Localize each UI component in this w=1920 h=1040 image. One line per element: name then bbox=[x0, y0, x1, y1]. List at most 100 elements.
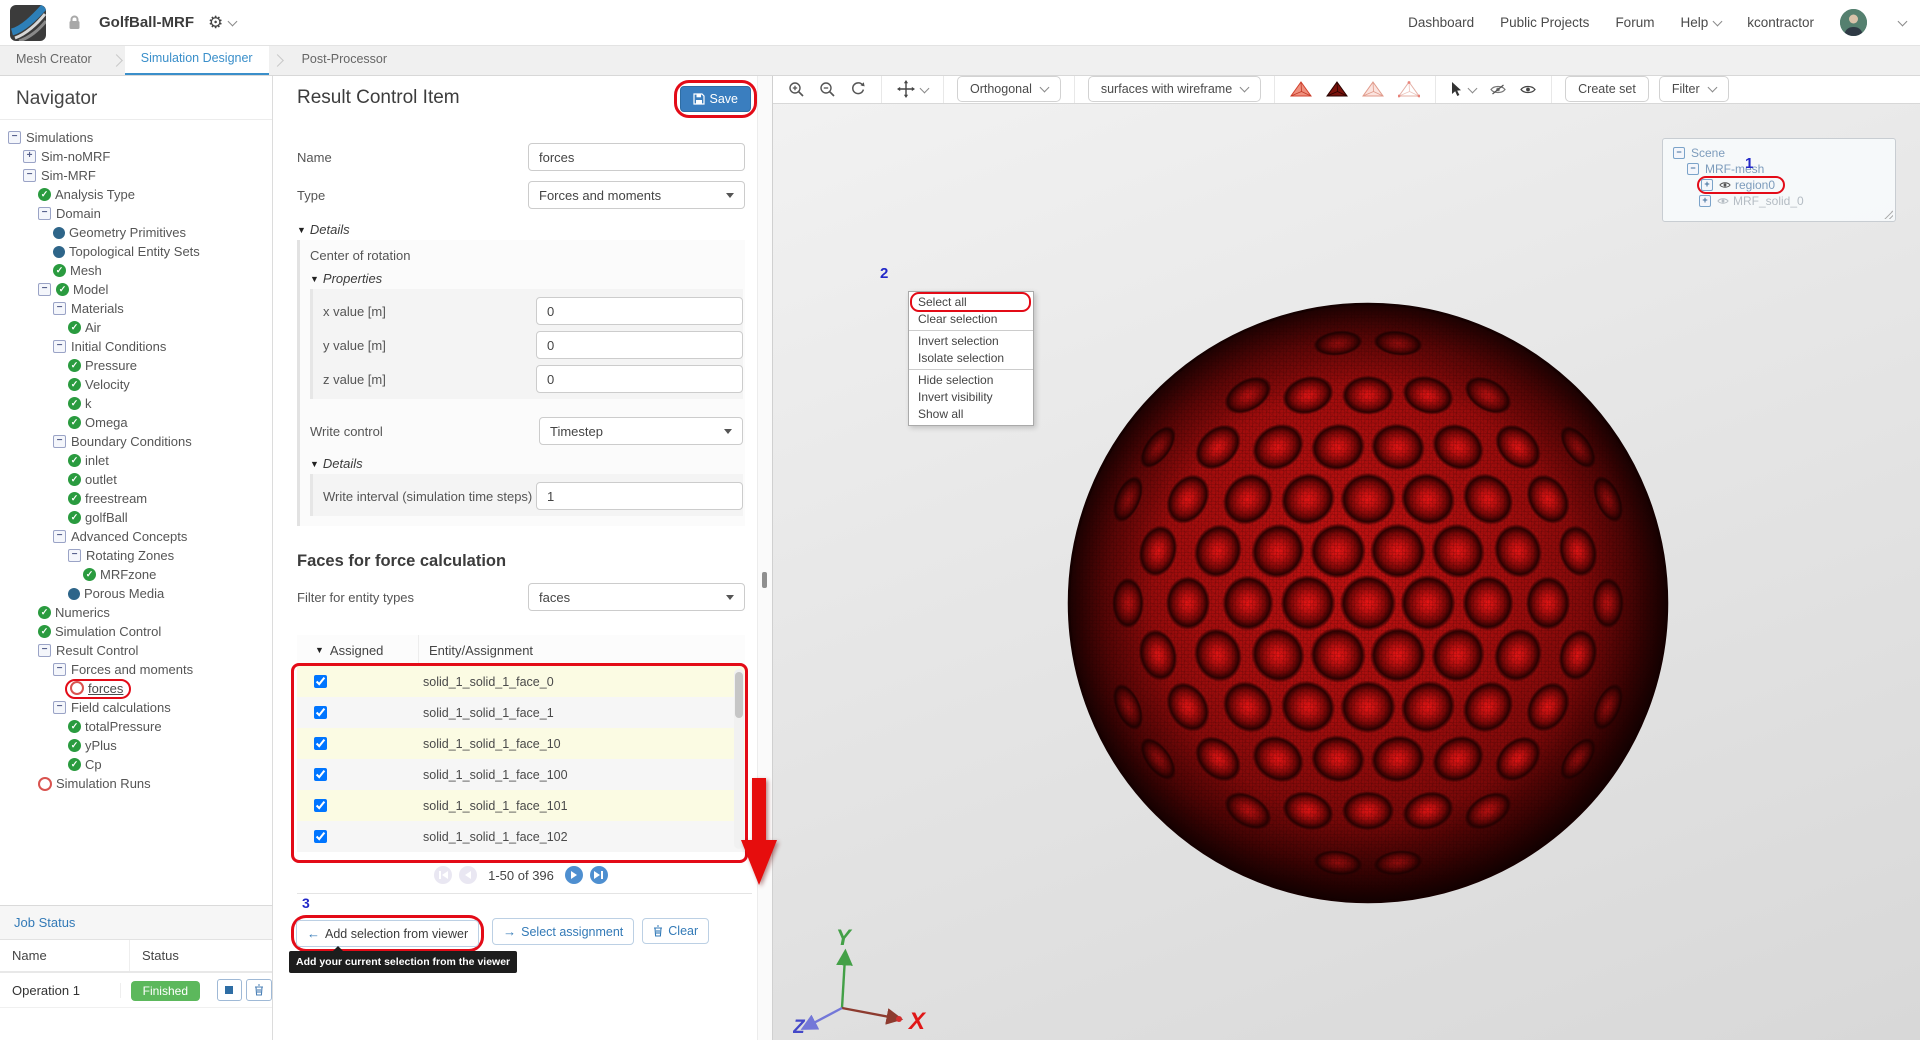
stop-job-button[interactable] bbox=[217, 979, 243, 1001]
tree-item-outlet[interactable]: ✓outlet bbox=[0, 470, 272, 489]
tree-item-porous-media[interactable]: Porous Media bbox=[0, 584, 272, 603]
assigned-checkbox[interactable] bbox=[314, 737, 327, 750]
face-row[interactable]: solid_1_solid_1_face_101 bbox=[297, 790, 745, 821]
tree-item-forces-and-moments[interactable]: −Forces and moments bbox=[0, 660, 272, 679]
tree-item-rotating-zones[interactable]: −Rotating Zones bbox=[0, 546, 272, 565]
face-row[interactable]: solid_1_solid_1_face_10 bbox=[297, 728, 745, 759]
zoom-out-button[interactable] bbox=[812, 81, 843, 98]
tree-item-geometry-primitives[interactable]: Geometry Primitives bbox=[0, 223, 272, 242]
pagination-prev-button[interactable] bbox=[459, 866, 477, 884]
collapse-icon[interactable]: − bbox=[53, 340, 66, 353]
resize-handle[interactable] bbox=[1884, 210, 1893, 219]
chevron-down-icon[interactable] bbox=[1898, 17, 1908, 27]
projection-select[interactable]: Orthogonal bbox=[957, 76, 1061, 102]
collapse-icon[interactable]: − bbox=[68, 549, 81, 562]
face-row[interactable]: solid_1_solid_1_face_102 bbox=[297, 821, 745, 852]
z-value-input[interactable] bbox=[536, 365, 743, 393]
write-interval-input[interactable] bbox=[536, 482, 743, 510]
expand-icon[interactable]: + bbox=[1701, 179, 1713, 191]
assigned-checkbox[interactable] bbox=[314, 830, 327, 843]
context-menu-item-show-all[interactable]: Show all bbox=[909, 406, 1033, 423]
details2-toggle[interactable]: ▼ Details bbox=[310, 456, 745, 471]
tree-item-omega[interactable]: ✓Omega bbox=[0, 413, 272, 432]
nav-public-projects[interactable]: Public Projects bbox=[1500, 15, 1589, 30]
context-menu-item-invert-visibility[interactable]: Invert visibility bbox=[909, 389, 1033, 406]
collapse-icon[interactable]: − bbox=[23, 169, 36, 182]
gear-icon[interactable]: ⚙ bbox=[208, 13, 223, 33]
collapse-icon[interactable]: − bbox=[53, 701, 66, 714]
tree-item-analysis-type[interactable]: ✓Analysis Type bbox=[0, 185, 272, 204]
properties-toggle[interactable]: ▼ Properties bbox=[310, 271, 745, 286]
mesh-quality-icon-3[interactable] bbox=[1355, 81, 1391, 98]
scene-node-scene[interactable]: − Scene bbox=[1673, 145, 1895, 161]
tree-item-topological-entity-sets[interactable]: Topological Entity Sets bbox=[0, 242, 272, 261]
collapse-icon[interactable]: − bbox=[53, 435, 66, 448]
render-mode-select[interactable]: surfaces with wireframe bbox=[1088, 76, 1261, 102]
tree-item-simulation-control[interactable]: ✓Simulation Control bbox=[0, 622, 272, 641]
delete-job-button[interactable] bbox=[246, 979, 272, 1001]
face-row[interactable]: solid_1_solid_1_face_0 bbox=[297, 666, 745, 697]
select-assignment-button[interactable]: → Select assignment bbox=[492, 918, 634, 945]
pan-button[interactable] bbox=[890, 80, 935, 98]
mesh-quality-icon-4[interactable] bbox=[1391, 81, 1427, 98]
tree-item-mrfzone[interactable]: ✓MRFzone bbox=[0, 565, 272, 584]
collapse-icon[interactable]: − bbox=[1673, 147, 1685, 159]
tree-item-boundary-conditions[interactable]: −Boundary Conditions bbox=[0, 432, 272, 451]
context-menu-item-clear-selection[interactable]: Clear selection bbox=[909, 311, 1033, 328]
collapse-icon[interactable]: − bbox=[1687, 163, 1699, 175]
mesh-quality-icon-1[interactable] bbox=[1283, 81, 1319, 98]
context-menu-item-select-all[interactable]: Select all bbox=[909, 294, 1033, 311]
name-input[interactable] bbox=[528, 143, 745, 171]
entity-filter-select[interactable]: faces bbox=[528, 583, 745, 611]
nav-forum[interactable]: Forum bbox=[1615, 15, 1654, 30]
nav-help[interactable]: Help bbox=[1680, 15, 1721, 30]
tree-item-air[interactable]: ✓Air bbox=[0, 318, 272, 337]
pagination-next-button[interactable] bbox=[565, 866, 583, 884]
tree-item-model[interactable]: −✓Model bbox=[0, 280, 272, 299]
context-menu-item-hide-selection[interactable]: Hide selection bbox=[909, 372, 1033, 389]
tab-simulation-designer[interactable]: Simulation Designer bbox=[125, 45, 269, 75]
expand-icon[interactable]: + bbox=[23, 150, 36, 163]
tree-item-advanced-concepts[interactable]: −Advanced Concepts bbox=[0, 527, 272, 546]
collapse-icon[interactable]: − bbox=[53, 530, 66, 543]
tree-item-k[interactable]: ✓k bbox=[0, 394, 272, 413]
type-select[interactable]: Forces and moments bbox=[528, 181, 745, 209]
tree-item-cp[interactable]: ✓Cp bbox=[0, 755, 272, 774]
tree-item-numerics[interactable]: ✓Numerics bbox=[0, 603, 272, 622]
tab-mesh-creator[interactable]: Mesh Creator bbox=[0, 45, 108, 75]
assigned-column-header[interactable]: ▼ Assigned bbox=[297, 635, 419, 665]
simscale-logo[interactable] bbox=[10, 5, 46, 41]
tree-item-sim-mrf[interactable]: −Sim-MRF bbox=[0, 166, 272, 185]
refresh-button[interactable] bbox=[843, 81, 873, 97]
collapse-icon[interactable]: − bbox=[8, 131, 21, 144]
tree-item-totalpressure[interactable]: ✓totalPressure bbox=[0, 717, 272, 736]
collapse-icon[interactable]: − bbox=[38, 644, 51, 657]
nav-dashboard[interactable]: Dashboard bbox=[1408, 15, 1474, 30]
y-value-input[interactable] bbox=[536, 331, 743, 359]
tab-post-processor[interactable]: Post-Processor bbox=[286, 45, 403, 75]
collapse-icon[interactable]: − bbox=[53, 663, 66, 676]
tree-item-yplus[interactable]: ✓yPlus bbox=[0, 736, 272, 755]
create-set-button[interactable]: Create set bbox=[1565, 76, 1649, 102]
tree-item-field-calculations[interactable]: −Field calculations bbox=[0, 698, 272, 717]
tree-item-velocity[interactable]: ✓Velocity bbox=[0, 375, 272, 394]
assigned-checkbox[interactable] bbox=[314, 799, 327, 812]
tree-item-forces[interactable]: forces bbox=[0, 679, 272, 698]
nav-username[interactable]: kcontractor bbox=[1747, 15, 1814, 30]
scene-node-region0[interactable]: + region0 bbox=[1673, 177, 1895, 193]
mesh-quality-icon-2[interactable] bbox=[1319, 81, 1355, 98]
scene-tree-panel[interactable]: − Scene − MRF-mesh + region0 + MRF_solid… bbox=[1662, 138, 1896, 222]
collapse-icon[interactable]: − bbox=[38, 207, 51, 220]
entity-column-header[interactable]: Entity/Assignment bbox=[419, 643, 533, 658]
assigned-checkbox[interactable] bbox=[314, 675, 327, 688]
tree-item-simulation-runs[interactable]: Simulation Runs bbox=[0, 774, 272, 793]
assigned-checkbox[interactable] bbox=[314, 768, 327, 781]
hide-selection-button[interactable] bbox=[1483, 84, 1513, 95]
tree-item-inlet[interactable]: ✓inlet bbox=[0, 451, 272, 470]
face-row[interactable]: solid_1_solid_1_face_1 bbox=[297, 697, 745, 728]
pagination-last-button[interactable] bbox=[590, 866, 608, 884]
details-toggle[interactable]: ▼ Details bbox=[297, 222, 745, 237]
eye-icon[interactable] bbox=[1717, 197, 1729, 205]
face-row[interactable]: solid_1_solid_1_face_100 bbox=[297, 759, 745, 790]
tree-item-freestream[interactable]: ✓freestream bbox=[0, 489, 272, 508]
